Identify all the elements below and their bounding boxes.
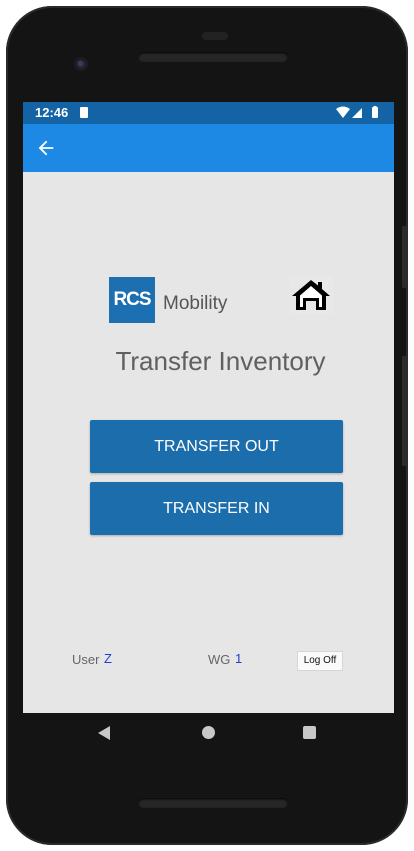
status-icons [336,106,378,118]
app-bar [23,124,394,172]
battery-icon [372,107,378,118]
wg-value: 1 [235,651,243,666]
nav-home-icon[interactable] [202,726,215,739]
volume-button [402,226,408,288]
rcs-logo-mark: RCS [109,277,155,323]
nav-recents-icon[interactable] [303,726,316,739]
wifi-icon [336,106,350,118]
arrow-back-icon[interactable] [35,137,57,159]
page-title: Transfer Inventory [115,346,326,376]
user-value: Z [104,651,112,666]
wg-label: WG [208,652,231,667]
power-button [402,356,408,466]
home-icon[interactable] [289,276,333,314]
screen: 12:46 RCS Mobility Transfer Inventory TR… [23,102,394,713]
log-off-button[interactable]: Log Off [297,651,343,671]
system-nav-bar [23,713,394,755]
transfer-out-button[interactable]: TRANSFER OUT [90,420,343,473]
status-bar: 12:46 [23,102,394,124]
status-time: 12:46 [35,105,69,120]
front-camera [74,57,88,71]
sd-card-icon [80,107,88,118]
logo-text: Mobility [163,293,228,314]
top-slot [202,32,228,40]
cell-signal-icon [352,108,362,118]
top-speaker [138,52,288,62]
transfer-in-button[interactable]: TRANSFER IN [90,482,343,535]
nav-back-icon[interactable] [98,726,110,740]
bottom-speaker [138,798,288,808]
user-label: User [72,652,100,667]
